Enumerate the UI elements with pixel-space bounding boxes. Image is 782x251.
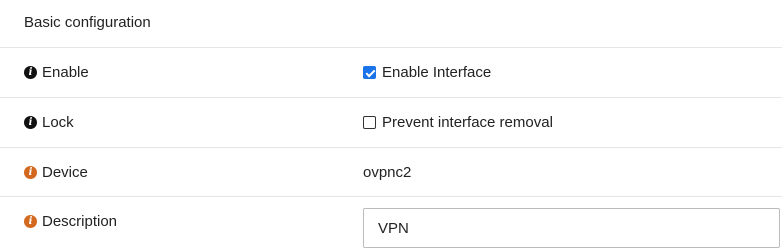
info-icon[interactable]: i [24,116,37,129]
description-input[interactable] [363,208,780,248]
section-header: Basic configuration [0,0,782,48]
device-row: i Device ovpnc2 [0,148,782,197]
enable-interface-label[interactable]: Enable Interface [382,64,491,81]
enable-label: Enable [42,64,89,81]
prevent-removal-toggle[interactable]: Prevent interface removal [363,98,553,147]
prevent-removal-checkbox[interactable] [363,116,376,129]
description-label-group: i Description [24,197,117,245]
enable-label-group: i Enable [24,48,89,97]
basic-configuration-panel: Basic configuration i Enable Enable Inte… [0,0,782,251]
lock-label: Lock [42,114,74,131]
enable-interface-toggle[interactable]: Enable Interface [363,48,491,97]
prevent-removal-label[interactable]: Prevent interface removal [382,114,553,131]
description-label: Description [42,212,118,230]
description-row: i Description [0,197,782,251]
lock-label-group: i Lock [24,98,74,147]
info-icon[interactable]: i [24,66,37,79]
device-label-group: i Device [24,148,88,196]
info-icon[interactable]: i [24,214,37,228]
lock-row: i Lock Prevent interface removal [0,98,782,148]
device-value: ovpnc2 [363,163,412,181]
section-title: Basic configuration [24,14,151,31]
info-icon[interactable]: i [24,165,37,179]
enable-interface-checkbox[interactable] [363,66,376,79]
enable-row: i Enable Enable Interface [0,48,782,98]
device-label: Device [42,163,88,181]
